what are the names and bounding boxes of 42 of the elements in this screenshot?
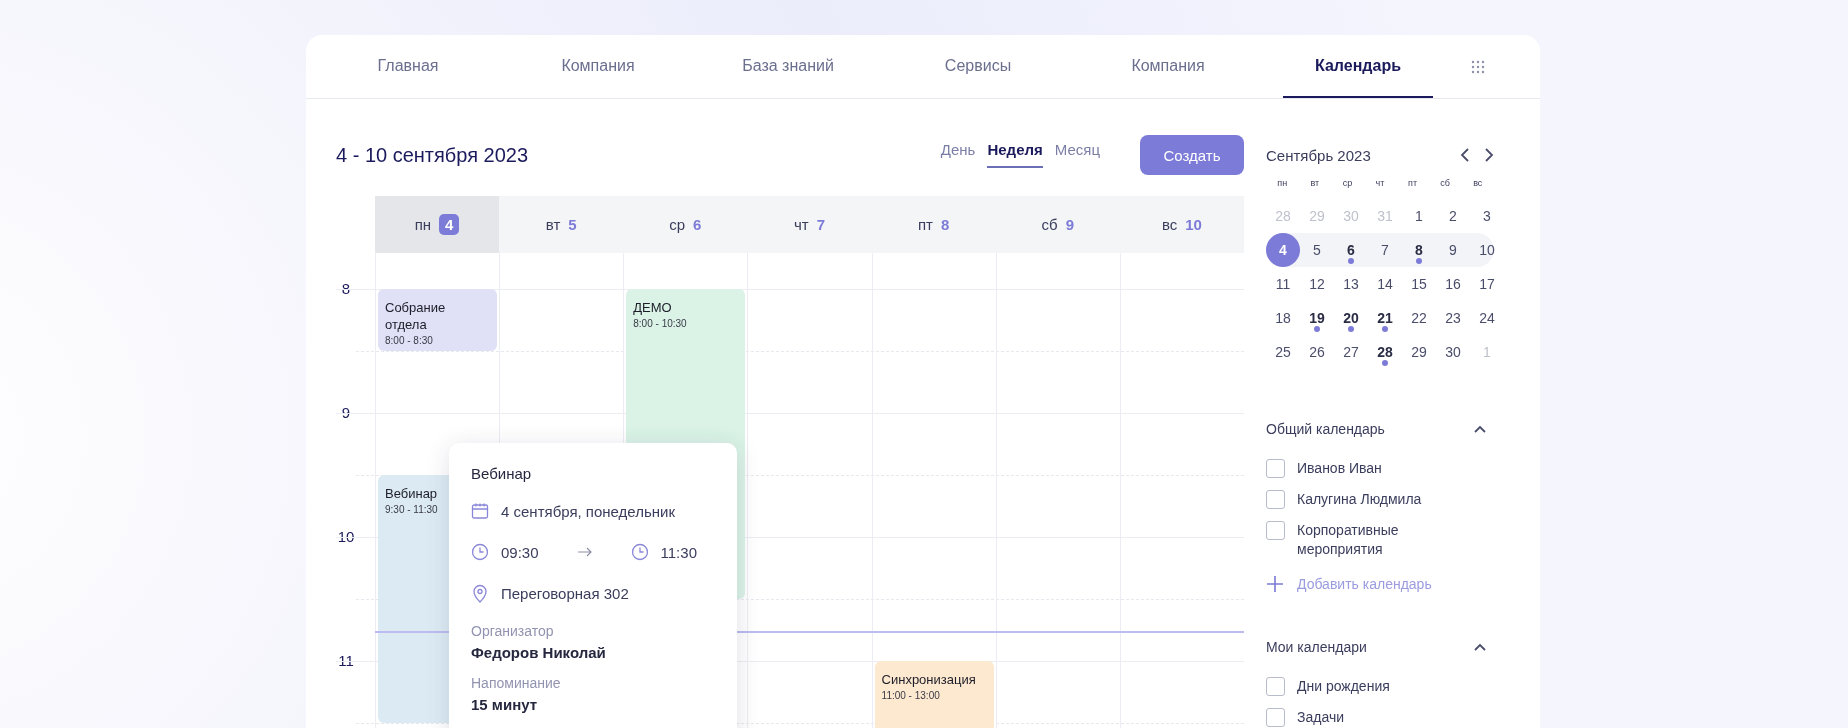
weekday-label: ср	[1341, 178, 1354, 188]
day-number: 4	[439, 214, 460, 235]
week-title: 4 - 10 сентября 2023	[336, 143, 530, 168]
day-number: 7	[816, 216, 825, 233]
popup-date: 4 сентября, понедельник	[501, 502, 675, 520]
event-title: ДЕМО	[633, 299, 672, 316]
end-time: 11:30	[660, 543, 697, 561]
day-number: 10	[1185, 216, 1202, 233]
weekday-label: вс	[1161, 216, 1178, 233]
event-title: Собрание отдела	[385, 299, 447, 333]
day-number: 8	[940, 216, 950, 233]
event-time: 8:00 - 8:30	[385, 335, 433, 346]
weekday-label: пн	[414, 216, 432, 233]
event-time: 11:00 - 13:00	[881, 690, 940, 701]
weekday-label: ср	[669, 216, 686, 233]
day-number: 9	[1065, 216, 1074, 233]
start-time: 09:30	[501, 543, 539, 561]
weekday-label: чт	[1374, 178, 1386, 188]
weekday-label: чт	[793, 216, 809, 233]
weekday-label: сб	[1041, 216, 1058, 233]
group-title: Общий календарь	[1266, 421, 1385, 437]
calendar-label: Калугина Людмила	[1297, 490, 1423, 509]
month-title: Сентябрь 2023	[1266, 146, 1372, 164]
calendar-label: Задачи	[1297, 708, 1345, 727]
event-time: 9:30 - 11:30	[385, 504, 438, 515]
popup-location: Переговорная 302	[501, 584, 629, 602]
event-time: 8:00 - 10:30	[633, 318, 687, 329]
day-number: 5	[568, 216, 577, 233]
group-title: Мои календари	[1266, 639, 1367, 655]
weekday-label: вт	[545, 216, 561, 233]
weekday-label: пт	[1407, 178, 1419, 188]
weekday-label: пн	[1276, 178, 1289, 188]
calendar-label: Иванов Иван	[1297, 459, 1383, 478]
weekday-label: пт	[917, 216, 933, 233]
calendar-label: Дни рождения	[1297, 677, 1391, 696]
event-title: Вебинар	[385, 485, 438, 502]
weekday-label: вт	[1309, 178, 1321, 188]
calendar-label: Корпоративные мероприятия	[1297, 521, 1400, 559]
day-number: 6	[693, 216, 702, 233]
weekday-label: вс	[1472, 178, 1484, 188]
event-title: Синхронизация	[881, 671, 976, 688]
weekday-label: сб	[1439, 178, 1451, 188]
